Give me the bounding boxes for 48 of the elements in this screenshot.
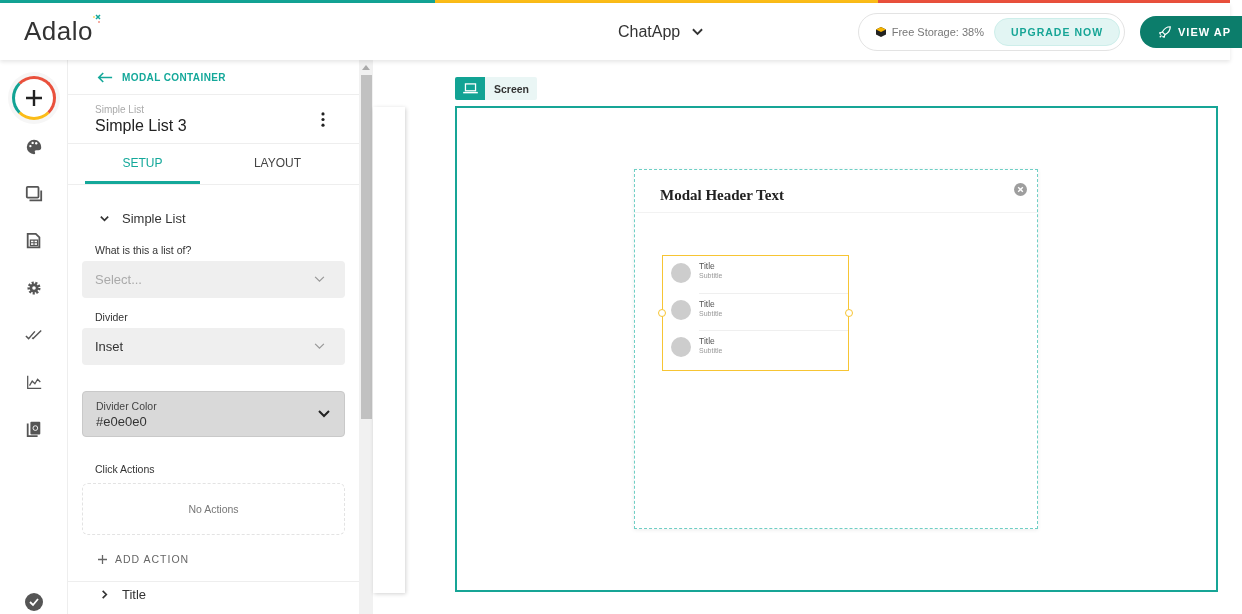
chevron-down-icon	[314, 343, 325, 350]
view-app-button[interactable]: VIEW AP	[1140, 15, 1242, 48]
avatar	[671, 300, 691, 320]
avatar	[671, 263, 691, 283]
database-icon[interactable]	[24, 232, 43, 250]
box-icon	[874, 25, 887, 38]
resize-handle[interactable]	[845, 309, 853, 317]
screen-tag[interactable]: Screen	[455, 77, 538, 100]
screens-icon[interactable]	[24, 185, 43, 203]
select-field[interactable]: Inset	[82, 328, 345, 365]
close-icon[interactable]	[1014, 183, 1027, 196]
verified-badge-icon[interactable]	[23, 592, 44, 612]
palette-icon[interactable]	[24, 138, 43, 156]
chart-icon[interactable]	[24, 373, 43, 391]
tab[interactable]: LAYOUT	[200, 144, 355, 184]
field-label: What is this a list of?	[95, 244, 193, 256]
plus-icon	[98, 554, 107, 564]
more-icon[interactable]	[321, 111, 325, 127]
section-toggle[interactable]: Title	[68, 581, 359, 605]
chevron-down-icon	[318, 410, 330, 418]
avatar	[671, 337, 691, 357]
section-toggle[interactable]: Simple List	[68, 205, 186, 231]
field-label: Click Actions	[95, 463, 156, 475]
storage-text: Free Storage: 38%	[891, 25, 984, 38]
component-type: Simple List	[95, 103, 145, 115]
add-button[interactable]	[11, 76, 56, 120]
chevron-down-icon	[692, 27, 704, 36]
scrollbar[interactable]	[359, 60, 373, 614]
logo: Adalo	[24, 16, 106, 47]
color-select-field[interactable]: Divider Color #e0e0e0	[82, 391, 345, 437]
list-item-title: Title	[699, 261, 716, 271]
plus-icon	[23, 88, 44, 108]
actions-empty-box: No Actions	[82, 483, 345, 535]
app-selector[interactable]: ChatApp	[618, 22, 704, 41]
field-label: Divider	[95, 311, 129, 323]
rocket-icon	[1158, 24, 1172, 39]
list-item-title: Title	[699, 299, 716, 309]
add-action-button[interactable]: ADD ACTION	[82, 552, 190, 566]
document-icon[interactable]	[24, 420, 43, 438]
chevron-down-icon	[314, 276, 325, 283]
modal-title: Modal Header Text	[660, 186, 784, 204]
laptop-icon	[462, 83, 478, 94]
component-name: Simple List 3	[95, 116, 187, 135]
list-item-title: Title	[699, 336, 716, 346]
chevron-icon	[99, 589, 110, 600]
settings-icon[interactable]	[24, 279, 43, 297]
arrow-left-icon	[97, 71, 113, 83]
resize-handle[interactable]	[658, 309, 666, 317]
